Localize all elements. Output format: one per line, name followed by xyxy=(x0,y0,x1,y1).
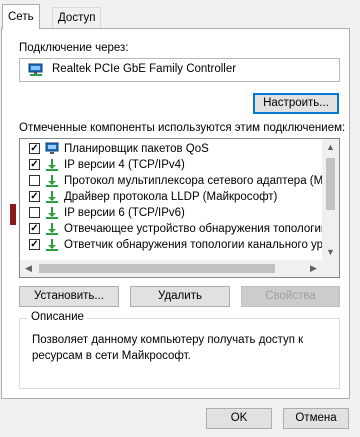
scroll-down-arrow-icon[interactable]: ▼ xyxy=(322,244,339,261)
protocol-icon xyxy=(44,238,60,252)
ok-button[interactable]: OK xyxy=(206,408,272,429)
component-checkbox[interactable]: ✓ xyxy=(29,223,40,234)
component-checkbox[interactable] xyxy=(29,207,40,218)
protocol-icon xyxy=(44,206,60,220)
tab-sharing[interactable]: Доступ xyxy=(52,7,102,28)
network-service-icon xyxy=(44,142,60,156)
configure-button-label: Настроить... xyxy=(263,97,329,109)
components-label: Отмеченные компоненты используются этим … xyxy=(19,122,346,134)
adapter-name: Realtek PCIe GbE Family Controller xyxy=(52,63,237,75)
protocol-icon xyxy=(44,222,60,236)
uninstall-button[interactable]: Удалить xyxy=(130,286,230,307)
cancel-button-label: Отмена xyxy=(295,412,337,424)
component-label: Отвечающее устройство обнаружения тополо… xyxy=(64,223,336,235)
description-text: Позволяет данному компьютеру получать до… xyxy=(32,334,304,362)
scroll-right-arrow-icon[interactable]: ▶ xyxy=(305,260,322,277)
protocol-icon xyxy=(44,190,60,204)
component-checkbox[interactable]: ✓ xyxy=(29,159,40,170)
tab-network[interactable]: Сеть xyxy=(2,4,40,29)
component-checkbox[interactable]: ✓ xyxy=(29,191,40,202)
properties-button-label: Свойства xyxy=(265,290,316,302)
tab-sharing-label: Доступ xyxy=(58,12,96,24)
vertical-scroll-thumb[interactable] xyxy=(326,158,335,210)
component-label: Протокол мультиплексора сетевого адаптер… xyxy=(64,175,337,187)
component-label: IP версии 4 (TCP/IPv4) xyxy=(64,159,185,171)
horizontal-scrollbar[interactable]: ◀ ▶ xyxy=(20,260,322,277)
component-label: Планировщик пакетов QoS xyxy=(64,143,209,155)
configure-button[interactable]: Настроить... xyxy=(253,93,339,114)
component-label: Ответчик обнаружения топологии канальног… xyxy=(64,239,336,251)
component-label: IP версии 6 (TCP/IPv6) xyxy=(64,207,185,219)
protocol-icon xyxy=(44,158,60,172)
selection-marker xyxy=(10,204,16,225)
properties-button[interactable]: Свойства xyxy=(241,286,340,307)
protocol-icon xyxy=(44,174,60,188)
component-checkbox[interactable]: ✓ xyxy=(29,143,40,154)
description-legend: Описание xyxy=(28,311,87,323)
ok-button-label: OK xyxy=(230,412,248,424)
horizontal-scroll-thumb[interactable] xyxy=(39,264,275,273)
component-checkbox[interactable] xyxy=(29,175,40,186)
connect-using-label: Подключение через: xyxy=(19,42,129,54)
scroll-left-arrow-icon[interactable]: ◀ xyxy=(20,260,37,277)
tab-network-label: Сеть xyxy=(8,11,34,23)
scrollbar-corner xyxy=(322,260,339,277)
cancel-button[interactable]: Отмена xyxy=(283,408,349,429)
network-adapter-icon xyxy=(28,63,46,77)
install-button[interactable]: Установить... xyxy=(19,286,119,307)
uninstall-button-label: Удалить xyxy=(158,290,202,302)
vertical-scrollbar[interactable]: ▲ ▼ xyxy=(322,139,339,261)
component-label: Драйвер протокола LLDP (Майкрософт) xyxy=(64,191,278,203)
component-checkbox[interactable]: ✓ xyxy=(29,239,40,250)
scroll-up-arrow-icon[interactable]: ▲ xyxy=(322,139,339,156)
adapter-field: Realtek PCIe GbE Family Controller xyxy=(19,58,340,82)
components-list[interactable]: ✓ Планировщик пакетов QoS ✓ IP версии 4 … xyxy=(19,138,340,278)
install-button-label: Установить... xyxy=(34,290,104,302)
